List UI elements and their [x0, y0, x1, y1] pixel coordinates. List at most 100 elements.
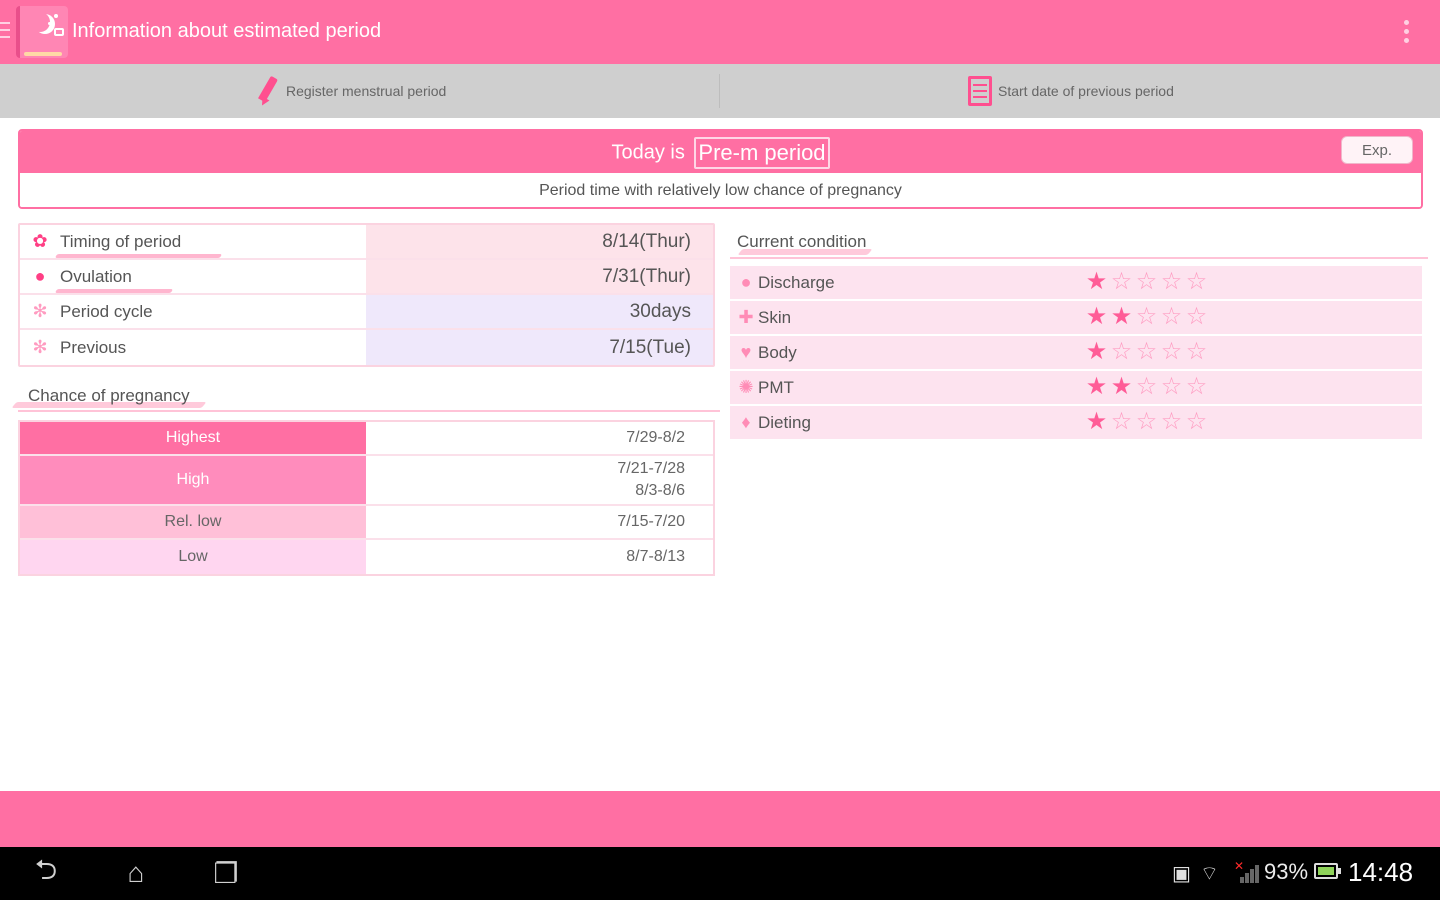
ovulation-value: 7/31(Thur)	[366, 260, 713, 293]
previous-label: Previous	[60, 337, 127, 357]
level-high: High	[20, 456, 366, 504]
action-divider	[719, 74, 720, 108]
star-empty-icon[interactable]: ☆	[1134, 375, 1159, 399]
condition-name: Dieting	[758, 412, 811, 432]
flower-icon: ✺	[738, 377, 754, 397]
star-filled-icon[interactable]: ★	[1084, 305, 1109, 329]
star-empty-icon[interactable]: ☆	[1134, 340, 1159, 364]
table-row: ✿ Timing of period 8/14(Thur)	[20, 225, 713, 260]
star-rating[interactable]: ★ ☆ ☆ ☆ ☆	[1084, 410, 1209, 434]
star-empty-icon[interactable]: ☆	[1159, 410, 1184, 434]
battery-percentage: 93%	[1264, 859, 1309, 884]
period-cycle-label: Period cycle	[60, 301, 153, 321]
star-empty-icon[interactable]: ☆	[1159, 270, 1184, 294]
signal-icon: ✕	[1234, 859, 1259, 883]
duck-icon: ●	[34, 266, 46, 286]
notification-icon: ▣	[1172, 863, 1191, 885]
condition-row-pmt[interactable]: ✺ PMT ★ ★ ☆ ☆ ☆	[730, 371, 1422, 404]
overflow-menu-icon[interactable]	[1404, 20, 1410, 47]
star-empty-icon[interactable]: ☆	[1184, 375, 1209, 399]
period-cycle-value: 30days	[366, 295, 713, 328]
moon-app-icon[interactable]	[16, 6, 68, 58]
star-filled-icon[interactable]: ★	[1084, 340, 1109, 364]
bottom-bar	[0, 791, 1440, 847]
timing-of-period-label: Timing of period	[60, 231, 182, 251]
star-filled-icon[interactable]: ★	[1109, 305, 1134, 329]
level-low: Low	[20, 540, 366, 574]
condition-row-discharge[interactable]: ● Discharge ★ ☆ ☆ ☆ ☆	[730, 266, 1422, 299]
battery-icon	[1314, 863, 1341, 879]
dates-low: 8/7-8/13	[366, 540, 713, 574]
list-icon	[968, 76, 992, 106]
star-empty-icon[interactable]: ☆	[1109, 270, 1134, 294]
explanation-button[interactable]: Exp.	[1341, 136, 1413, 164]
page-title: Information about estimated period	[72, 20, 382, 42]
wifi-icon: ⌔	[1200, 863, 1219, 885]
dates-rel-low: 7/15-7/20	[366, 506, 713, 538]
condition-name: Body	[758, 342, 797, 362]
level-highest: Highest	[20, 422, 366, 454]
date-range: 8/3-8/6	[635, 482, 685, 499]
star-empty-icon[interactable]: ☆	[1109, 340, 1134, 364]
star-empty-icon[interactable]: ☆	[1184, 305, 1209, 329]
star-rating[interactable]: ★ ☆ ☆ ☆ ☆	[1084, 340, 1209, 364]
pencil-icon	[256, 75, 280, 108]
recent-apps-icon[interactable]: ❐	[206, 855, 246, 891]
dates-high: 7/21-7/28 8/3-8/6	[366, 456, 713, 504]
star-filled-icon[interactable]: ★	[1109, 375, 1134, 399]
drawer-icon[interactable]	[0, 22, 10, 43]
star-empty-icon[interactable]: ☆	[1134, 270, 1159, 294]
star-rating[interactable]: ★ ☆ ☆ ☆ ☆	[1084, 270, 1209, 294]
condition-section-title: Current condition	[737, 232, 867, 251]
table-row: ✻ Period cycle 30days	[20, 295, 713, 330]
section-divider	[18, 410, 720, 412]
condition-name: Discharge	[758, 272, 835, 292]
heart-icon: ♥	[740, 342, 752, 362]
phase-description: Period time with relatively low chance o…	[20, 173, 1421, 207]
home-icon[interactable]: ⌂	[116, 855, 156, 891]
table-row: Rel. low 7/15-7/20	[20, 506, 713, 540]
star-rating[interactable]: ★ ★ ☆ ☆ ☆	[1084, 375, 1209, 399]
star-empty-icon[interactable]: ☆	[1184, 340, 1209, 364]
star-empty-icon[interactable]: ☆	[1159, 375, 1184, 399]
condition-row-dieting[interactable]: ♦ Dieting ★ ☆ ☆ ☆ ☆	[730, 406, 1422, 439]
star-rating[interactable]: ★ ★ ☆ ☆ ☆	[1084, 305, 1209, 329]
star-filled-icon[interactable]: ★	[1084, 375, 1109, 399]
diamond-icon: ♦	[741, 412, 751, 432]
clock: 14:48	[1348, 857, 1414, 887]
star-empty-icon[interactable]: ☆	[1184, 410, 1209, 434]
period-info-table: ✿ Timing of period 8/14(Thur) ● Ovulatio…	[18, 223, 715, 367]
back-icon[interactable]: ⮌	[26, 854, 66, 891]
date-range: 7/29-8/2	[626, 429, 685, 446]
condition-name: PMT	[758, 377, 794, 397]
register-period-button[interactable]: Register menstrual period	[256, 64, 446, 118]
condition-row-skin[interactable]: ✚ Skin ★ ★ ☆ ☆ ☆	[730, 301, 1422, 334]
previous-period-button[interactable]: Start date of previous period	[968, 64, 1174, 118]
date-range: 7/21-7/28	[617, 460, 685, 477]
drop-icon: ●	[740, 272, 752, 292]
previous-value: 7/15(Tue)	[366, 330, 713, 365]
level-rel-low: Rel. low	[20, 506, 366, 538]
action-bar: Register menstrual period Start date of …	[0, 64, 1440, 118]
flower-icon: ✿	[32, 231, 48, 251]
cross-icon: ✚	[738, 307, 754, 327]
star-filled-icon[interactable]: ★	[1084, 270, 1109, 294]
date-range: 8/7-8/13	[626, 548, 685, 565]
star-empty-icon[interactable]: ☆	[1159, 340, 1184, 364]
star-empty-icon[interactable]: ☆	[1184, 270, 1209, 294]
ovulation-label: Ovulation	[60, 266, 132, 286]
star-empty-icon[interactable]: ☆	[1134, 305, 1159, 329]
star-filled-icon[interactable]: ★	[1084, 410, 1109, 434]
dates-highest: 7/29-8/2	[366, 422, 713, 454]
register-period-label: Register menstrual period	[286, 83, 447, 99]
asterisk-icon: ✻	[32, 301, 48, 321]
timing-of-period-value: 8/14(Thur)	[366, 225, 713, 258]
condition-row-body[interactable]: ♥ Body ★ ☆ ☆ ☆ ☆	[730, 336, 1422, 369]
star-empty-icon[interactable]: ☆	[1134, 410, 1159, 434]
star-empty-icon[interactable]: ☆	[1109, 410, 1134, 434]
title-bar: Information about estimated period	[0, 0, 1440, 64]
previous-period-label: Start date of previous period	[998, 83, 1174, 99]
table-row: High 7/21-7/28 8/3-8/6	[20, 456, 713, 506]
star-empty-icon[interactable]: ☆	[1159, 305, 1184, 329]
today-status: Today is Pre-m period	[20, 137, 1421, 169]
